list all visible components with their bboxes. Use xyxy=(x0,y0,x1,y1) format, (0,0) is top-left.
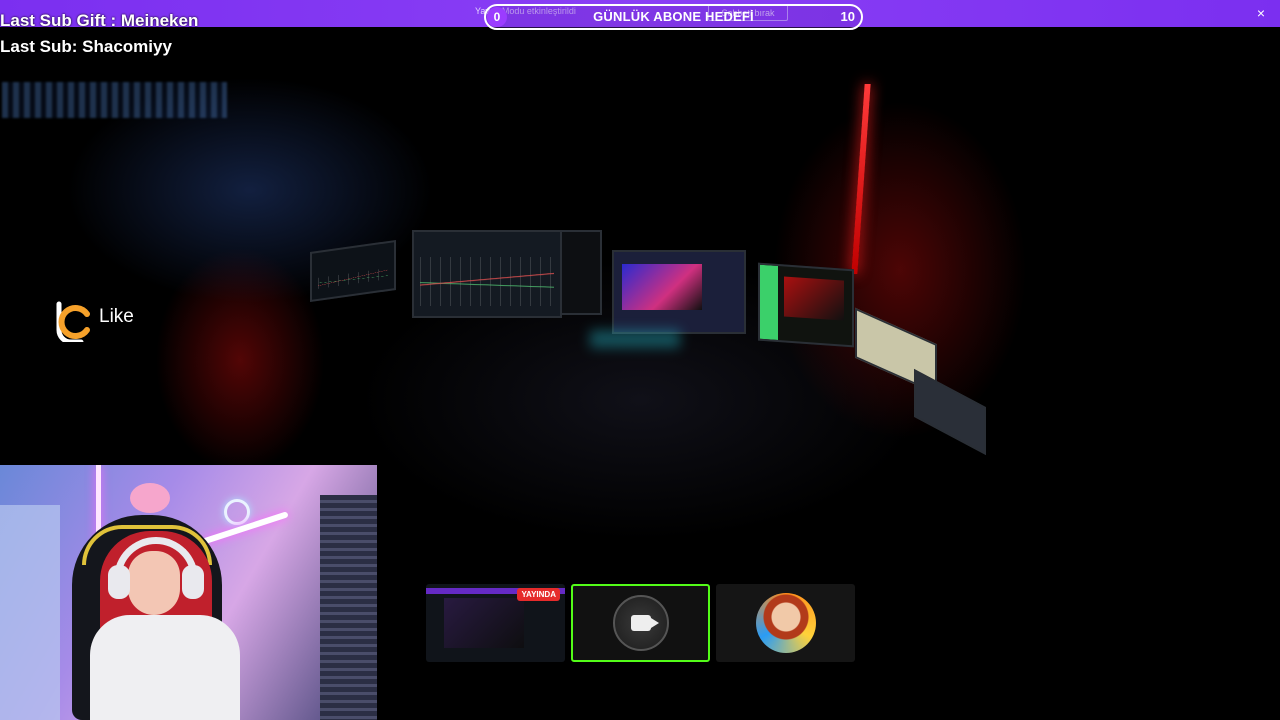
monitor-trading-chart xyxy=(412,230,562,318)
avatar-icon xyxy=(755,593,816,653)
last-sub-gift-label: Last Sub Gift : Meineken xyxy=(0,11,199,30)
glitch-overlay xyxy=(2,82,227,118)
video-camera-icon xyxy=(612,595,669,651)
thumbnail-camera[interactable] xyxy=(571,584,710,662)
monitor-order-book xyxy=(560,230,602,315)
webcam-feed xyxy=(0,465,377,720)
last-sub-label: Last Sub: Shacomiyy xyxy=(0,37,172,56)
subscriber-goal-bar: 0 GÜNLÜK ABONE HEDEFİ 10 xyxy=(484,4,863,30)
thumbnail-avatar[interactable] xyxy=(716,584,855,662)
live-badge: YAYINDA xyxy=(517,588,560,601)
monitor-stream-preview xyxy=(612,250,746,334)
like-label: Like xyxy=(99,306,134,327)
close-icon[interactable]: × xyxy=(1254,5,1268,21)
desk-glow xyxy=(590,330,680,348)
goal-title: GÜNLÜK ABONE HEDEFİ xyxy=(593,9,754,24)
monitor-5 xyxy=(758,262,854,348)
goal-target-value: 10 xyxy=(840,9,855,24)
thumbnail-stream-preview[interactable]: YAYINDA xyxy=(426,584,565,662)
like-logo-icon xyxy=(56,301,90,342)
